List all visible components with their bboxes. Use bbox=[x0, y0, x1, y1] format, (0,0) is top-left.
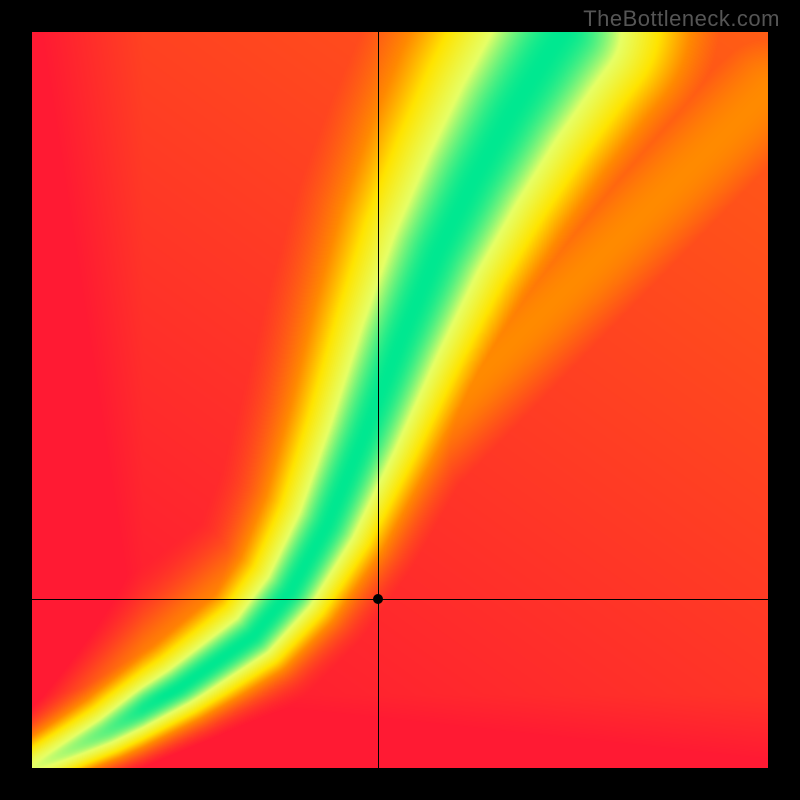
watermark-text: TheBottleneck.com bbox=[583, 6, 780, 32]
chart-container: TheBottleneck.com bbox=[0, 0, 800, 800]
crosshair-vertical bbox=[378, 32, 379, 768]
data-point-marker bbox=[373, 594, 383, 604]
heatmap-plot bbox=[32, 32, 768, 768]
crosshair-horizontal bbox=[32, 599, 768, 600]
heatmap-canvas bbox=[32, 32, 768, 768]
